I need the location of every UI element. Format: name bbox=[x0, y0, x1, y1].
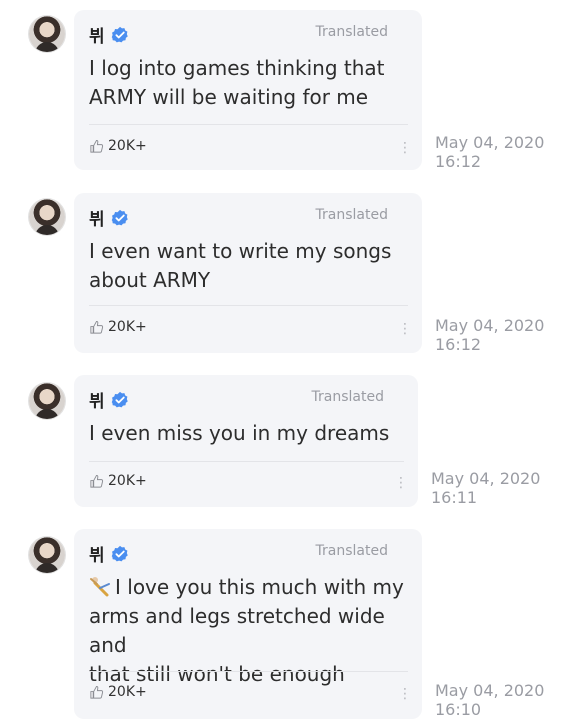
message-bubble: 뷔 Translated I log into games thinking t… bbox=[74, 10, 422, 170]
message-timestamp: May 04, 2020 16:12 bbox=[435, 133, 544, 171]
translated-label[interactable]: Translated bbox=[316, 207, 388, 223]
message-date: May 04, 2020 bbox=[435, 316, 545, 335]
like-count: 20K+ bbox=[108, 138, 147, 154]
more-options-icon[interactable]: ⋮ bbox=[398, 322, 412, 336]
verified-badge-icon bbox=[111, 545, 128, 561]
like-count: 20K+ bbox=[108, 684, 147, 700]
more-options-icon[interactable]: ⋮ bbox=[398, 141, 412, 155]
avatar[interactable] bbox=[29, 16, 65, 52]
message-text: I even want to write my songs about ARMY bbox=[89, 239, 392, 292]
message-timestamp: May 04, 2020 16:10 bbox=[435, 681, 544, 719]
message-text: I even miss you in my dreams bbox=[89, 421, 390, 445]
message-bubble: 뷔 Translated I even want to write my son… bbox=[74, 193, 422, 353]
message-header: 뷔 bbox=[89, 22, 129, 47]
like-button[interactable]: 20K+ bbox=[89, 473, 147, 489]
like-button[interactable]: 20K+ bbox=[89, 138, 147, 154]
divider bbox=[89, 461, 404, 462]
author-name: 뷔 bbox=[89, 27, 105, 47]
message-text: I log into games thinking that ARMY will… bbox=[89, 56, 385, 109]
thumbs-up-icon bbox=[90, 320, 104, 334]
message-time: 16:12 bbox=[435, 152, 482, 171]
verified-badge-icon bbox=[111, 26, 128, 42]
divider bbox=[89, 124, 408, 125]
message-bubble: 뷔 Translated I even miss you in my dream… bbox=[74, 375, 418, 507]
message-header: 뷔 bbox=[89, 541, 129, 566]
divider bbox=[89, 671, 408, 672]
like-count: 20K+ bbox=[108, 319, 147, 335]
translated-label[interactable]: Translated bbox=[316, 24, 388, 40]
message-date: May 04, 2020 bbox=[431, 469, 541, 488]
message-timestamp: May 04, 2020 16:11 bbox=[431, 469, 540, 507]
thumbs-up-icon bbox=[90, 474, 104, 488]
translated-label[interactable]: Translated bbox=[316, 543, 388, 559]
verified-badge-icon bbox=[111, 391, 128, 407]
author-name: 뷔 bbox=[89, 546, 105, 566]
more-options-icon[interactable]: ⋮ bbox=[398, 687, 412, 701]
like-button[interactable]: 20K+ bbox=[89, 684, 147, 700]
message-date: May 04, 2020 bbox=[435, 681, 545, 700]
message-timestamp: May 04, 2020 16:12 bbox=[435, 316, 544, 354]
translated-label[interactable]: Translated bbox=[312, 389, 384, 405]
thumbs-up-icon bbox=[90, 685, 104, 699]
divider bbox=[89, 305, 408, 306]
message-time: 16:12 bbox=[435, 335, 482, 354]
author-name: 뷔 bbox=[89, 210, 105, 230]
message-date: May 04, 2020 bbox=[435, 133, 545, 152]
message-time: 16:10 bbox=[435, 700, 482, 719]
message-bubble: 뷔 Translated I love you this much with m… bbox=[74, 529, 422, 719]
thumbs-up-icon bbox=[90, 139, 104, 153]
message-header: 뷔 bbox=[89, 387, 129, 412]
message-time: 16:11 bbox=[431, 488, 478, 507]
avatar[interactable] bbox=[29, 383, 65, 419]
like-count: 20K+ bbox=[108, 473, 147, 489]
avatar[interactable] bbox=[29, 537, 65, 573]
avatar[interactable] bbox=[29, 199, 65, 235]
verified-badge-icon bbox=[111, 209, 128, 225]
author-name: 뷔 bbox=[89, 392, 105, 412]
message-header: 뷔 bbox=[89, 205, 129, 230]
more-options-icon[interactable]: ⋮ bbox=[394, 476, 408, 490]
like-button[interactable]: 20K+ bbox=[89, 319, 147, 335]
